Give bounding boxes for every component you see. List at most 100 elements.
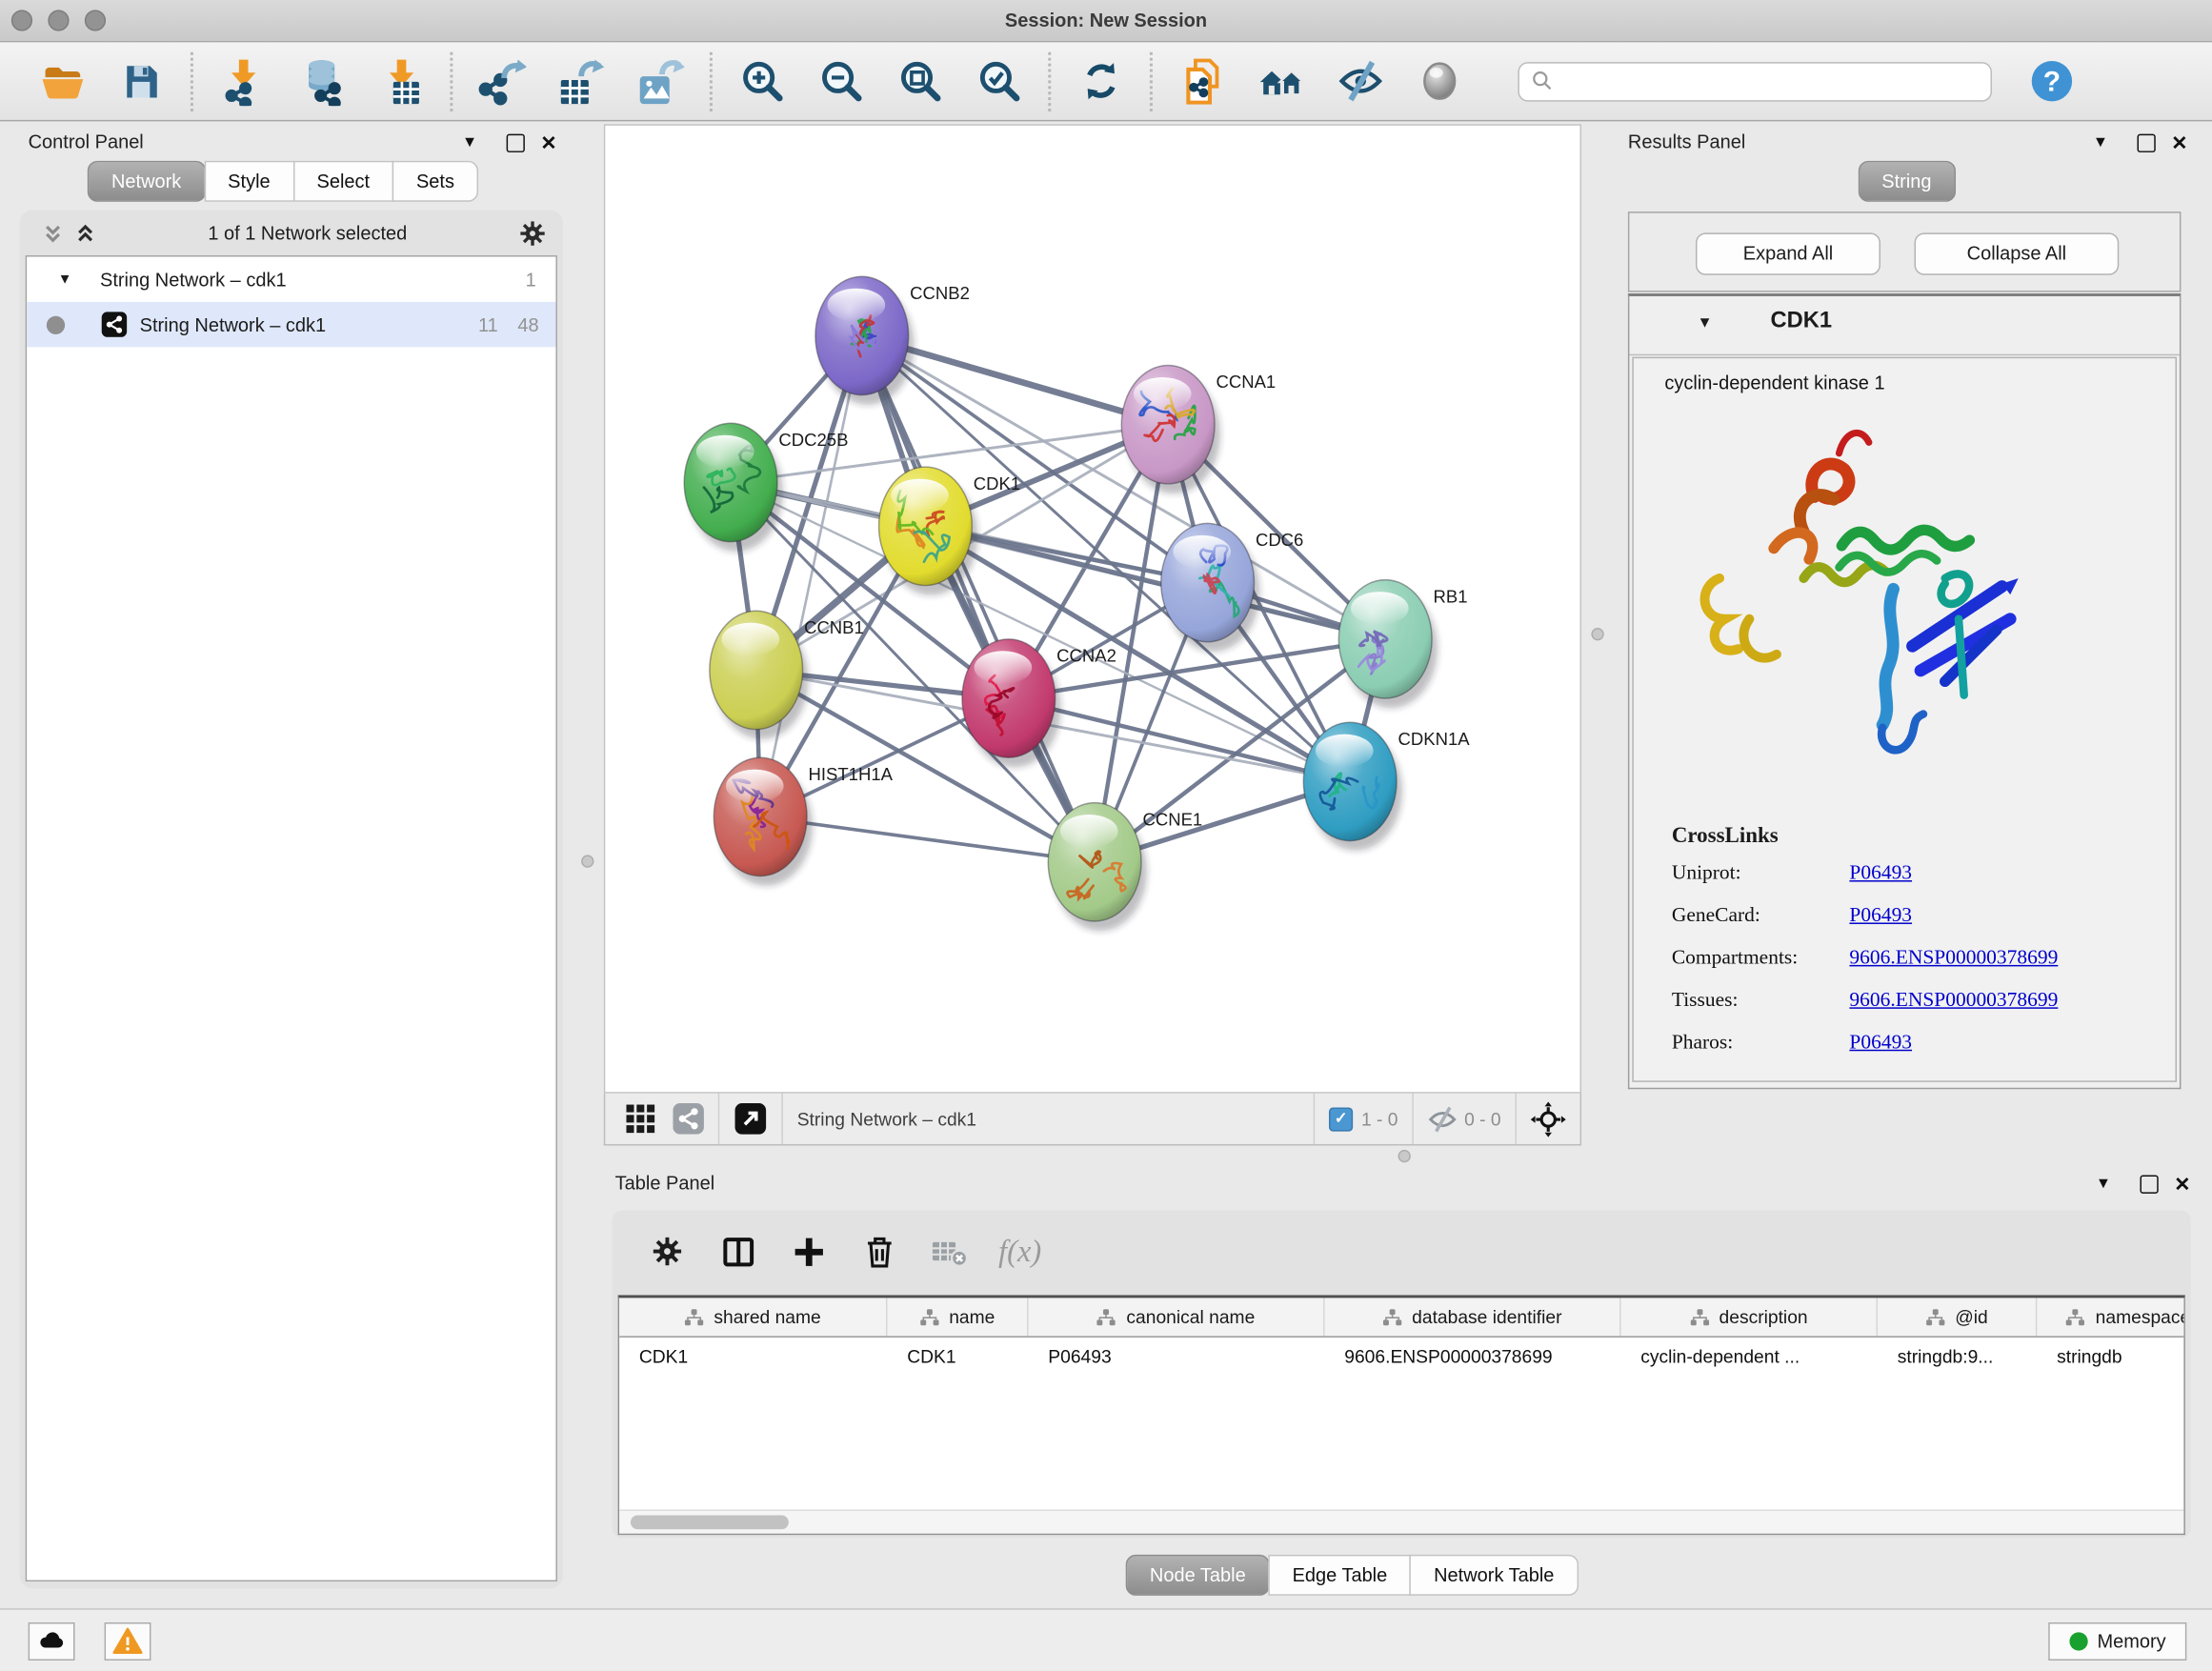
node-CCNB2[interactable] [815, 276, 915, 405]
table-cell[interactable]: cyclin-dependent ... [1621, 1345, 1879, 1366]
edge-CDK1-RB1[interactable] [925, 526, 1385, 638]
tab-network[interactable]: Network [88, 161, 206, 202]
edge-CCNB2-HIST1H1A[interactable] [760, 335, 862, 816]
panel-collapse-icon[interactable]: ▼ [2091, 1171, 2117, 1197]
column-header-description[interactable]: description [1621, 1298, 1879, 1336]
node-CDKN1A[interactable] [1303, 722, 1402, 851]
panel-maximize-icon[interactable] [2136, 1171, 2162, 1197]
help-button[interactable]: ? [2012, 49, 2091, 113]
delete-table-icon[interactable] [915, 1224, 985, 1278]
home-button[interactable] [1241, 49, 1320, 113]
table-cell[interactable]: CDK1 [619, 1345, 887, 1366]
node-CCNA2[interactable] [962, 639, 1061, 768]
hidden-eye-icon[interactable] [1428, 1104, 1458, 1134]
left-splitter-handle[interactable] [581, 855, 593, 867]
memory-button[interactable]: Memory [2048, 1622, 2186, 1661]
node-CDK1[interactable] [879, 467, 978, 595]
panel-close-icon[interactable]: ✕ [2167, 130, 2193, 155]
export-image-button[interactable] [621, 49, 700, 113]
table-cell[interactable]: 9606.ENSP00000378699 [1325, 1345, 1621, 1366]
column-header-database-identifier[interactable]: database identifier [1325, 1298, 1621, 1336]
panel-collapse-icon[interactable]: ▼ [457, 130, 483, 155]
table-cell[interactable]: P06493 [1029, 1345, 1325, 1366]
detach-view-icon[interactable] [734, 1102, 768, 1137]
panel-close-icon[interactable]: ✕ [2170, 1171, 2196, 1197]
network-row-selected[interactable]: String Network – cdk1 11 48 [27, 302, 555, 347]
network-file-button[interactable] [1162, 49, 1241, 113]
refresh-button[interactable] [1061, 49, 1140, 113]
tab-style[interactable]: Style [204, 161, 294, 202]
scrollbar-thumb[interactable] [631, 1515, 789, 1529]
column-header-canonical-name[interactable]: canonical name [1029, 1298, 1325, 1336]
right-splitter-handle[interactable] [1591, 628, 1603, 640]
zoom-selected-button[interactable] [959, 49, 1038, 113]
node-HIST1H1A[interactable] [714, 757, 813, 886]
warning-button[interactable] [105, 1622, 151, 1661]
column-header-namespace[interactable]: namespace [2037, 1298, 2184, 1336]
horizontal-splitter-handle[interactable] [1398, 1150, 1411, 1162]
column-header-name[interactable]: name [887, 1298, 1028, 1336]
show-hidden-button[interactable] [1399, 49, 1478, 113]
search-input[interactable] [1555, 70, 1991, 93]
export-table-button[interactable] [542, 49, 621, 113]
cloud-button[interactable] [29, 1622, 75, 1661]
network-graph[interactable]: CCNB2CCNA1CDC25BCDK1CDC6RB1CCNB1CCNA2CDK… [605, 126, 1579, 1092]
crosslink-value-link[interactable]: P06493 [1849, 904, 1912, 928]
tab-node-table[interactable]: Node Table [1126, 1555, 1270, 1596]
network-collection-row[interactable]: ▼ String Network – cdk1 1 [27, 257, 555, 302]
node-CCNB1[interactable] [710, 611, 809, 739]
node-CCNA1[interactable] [1121, 366, 1220, 494]
crosslink-value-link[interactable]: P06493 [1849, 862, 1912, 886]
show-columns-icon[interactable] [702, 1224, 773, 1278]
panel-maximize-icon[interactable] [2133, 130, 2159, 155]
collapse-all-button[interactable]: Collapse All [1915, 232, 2120, 274]
collapse-protein-icon[interactable]: ▼ [1697, 314, 1712, 332]
export-network-button[interactable] [463, 49, 542, 113]
panel-maximize-icon[interactable] [502, 130, 528, 155]
tab-select[interactable]: Select [292, 161, 393, 202]
panel-close-icon[interactable]: ✕ [536, 130, 562, 155]
pan-crosshair-icon[interactable] [1531, 1101, 1566, 1137]
column-header--id[interactable]: @id [1878, 1298, 2037, 1336]
table-row[interactable]: CDK1CDK1P064939606.ENSP00000378699cyclin… [619, 1338, 2183, 1375]
panel-collapse-icon[interactable]: ▼ [2088, 130, 2114, 155]
crosslink-value-link[interactable]: 9606.ENSP00000378699 [1849, 947, 2058, 971]
add-column-icon[interactable] [774, 1224, 844, 1278]
collapse-all-tree-icon[interactable] [74, 222, 95, 243]
import-table-button[interactable] [361, 49, 440, 113]
expand-all-button[interactable]: Expand All [1696, 232, 1880, 274]
node-CDC6[interactable] [1161, 523, 1260, 652]
node-RB1[interactable] [1338, 580, 1438, 709]
zoom-in-button[interactable] [722, 49, 801, 113]
function-builder-icon[interactable]: f(x) [985, 1224, 1056, 1278]
hide-selected-button[interactable] [1320, 49, 1399, 113]
protein-header-row[interactable]: ▼ CDK1 [1629, 296, 2180, 355]
delete-column-trash-icon[interactable] [844, 1224, 915, 1278]
network-share-icon[interactable] [673, 1103, 704, 1135]
import-network-from-database-button[interactable] [282, 49, 361, 113]
tab-edge-table[interactable]: Edge Table [1268, 1555, 1411, 1596]
open-session-button[interactable] [23, 49, 102, 113]
tab-sets[interactable]: Sets [392, 161, 478, 202]
tab-string[interactable]: String [1858, 161, 1956, 202]
node-CCNE1[interactable] [1048, 803, 1147, 932]
table-horizontal-scrollbar[interactable] [619, 1510, 2183, 1534]
column-header-shared-name[interactable]: shared name [619, 1298, 887, 1336]
table-cell[interactable]: CDK1 [887, 1345, 1028, 1366]
grid-view-icon[interactable] [625, 1103, 656, 1135]
network-options-gear-icon[interactable] [519, 219, 546, 246]
save-session-button[interactable] [102, 49, 181, 113]
zoom-fit-button[interactable] [880, 49, 959, 113]
expand-all-tree-icon[interactable] [42, 222, 63, 243]
crosslink-value-link[interactable]: P06493 [1849, 1032, 1912, 1056]
zoom-out-button[interactable] [801, 49, 880, 113]
network-canvas[interactable]: CCNB2CCNA1CDC25BCDK1CDC6RB1CCNB1CCNA2CDK… [604, 124, 1581, 1093]
tab-network-table[interactable]: Network Table [1410, 1555, 1579, 1596]
table-cell[interactable]: stringdb:9... [1878, 1345, 2037, 1366]
import-network-button[interactable] [203, 49, 282, 113]
table-settings-gear-icon[interactable] [632, 1224, 702, 1278]
selected-checkbox-icon[interactable]: ✓ [1329, 1107, 1353, 1131]
table-cell[interactable]: stringdb [2037, 1345, 2184, 1366]
tree-expander-icon[interactable]: ▼ [58, 272, 72, 287]
edge-CCNB2-CCNE1[interactable] [862, 335, 1095, 861]
